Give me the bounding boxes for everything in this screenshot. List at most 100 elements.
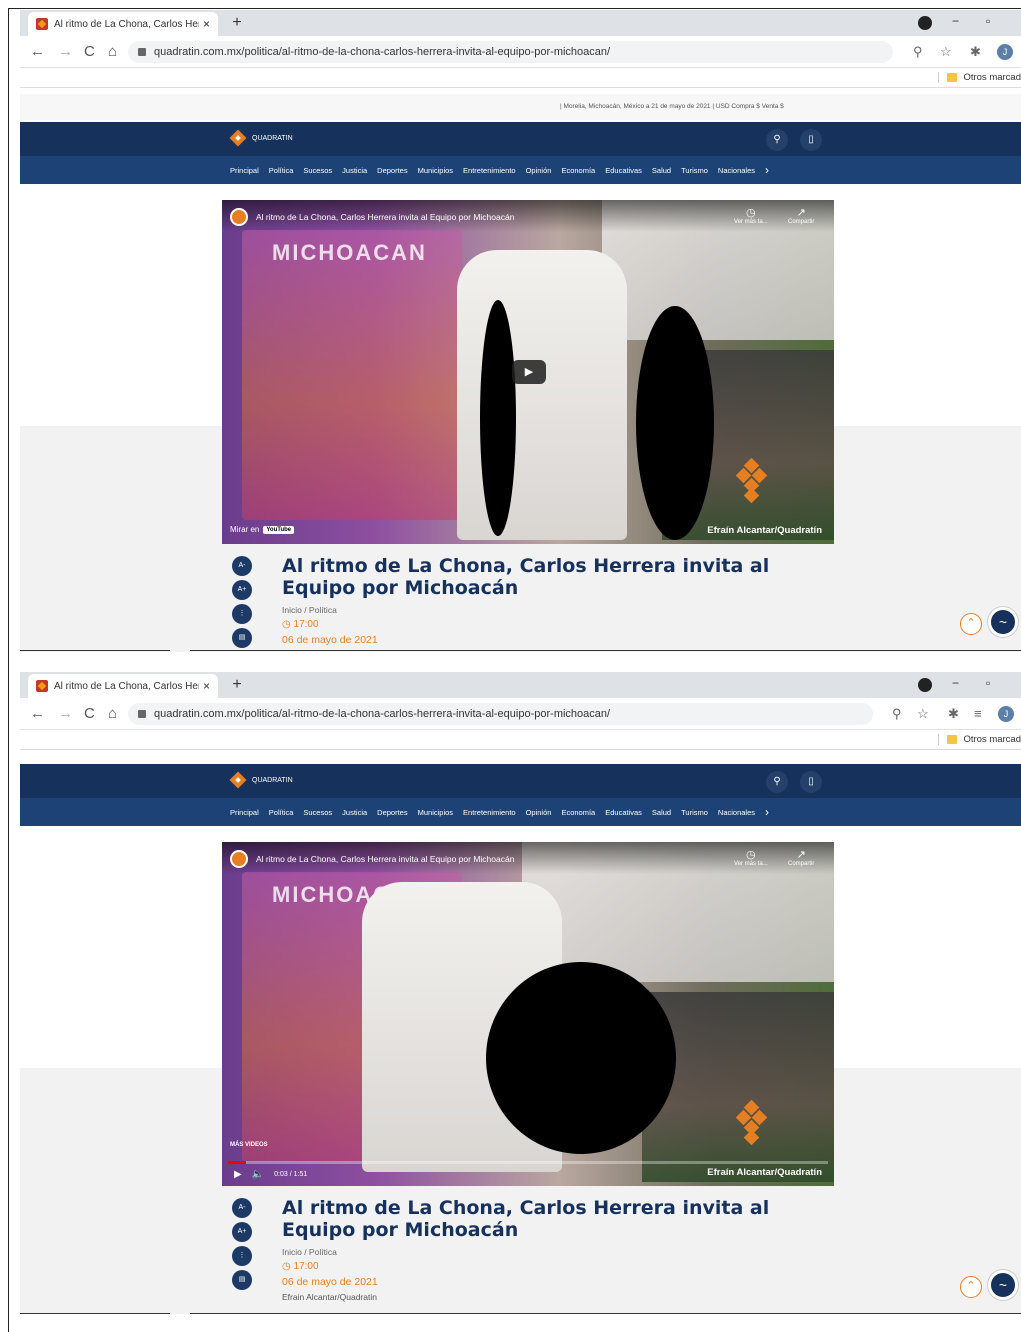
more-options-button[interactable]: ⋮ [232,604,252,624]
video-progress-bar[interactable] [228,1161,828,1164]
menu-item-salud[interactable]: Salud [652,166,671,175]
menu-item-nacionales[interactable]: Nacionales [718,808,755,817]
forward-icon[interactable]: → [58,43,73,60]
menu-item-turismo[interactable]: Turismo [681,808,708,817]
media-control-icon[interactable] [918,16,932,30]
video-title[interactable]: Al ritmo de La Chona, Carlos Herrera inv… [256,212,514,222]
menu-item-entretenimiento[interactable]: Entretenimiento [463,166,516,175]
video-title[interactable]: Al ritmo de La Chona, Carlos Herrera inv… [256,854,514,864]
media-control-icon[interactable] [918,678,932,692]
font-increase-button[interactable]: A+ [232,580,252,600]
menu-item-sucesos[interactable]: Sucesos [303,166,332,175]
profile-avatar[interactable]: J [998,706,1014,722]
share-button[interactable]: ↗ Compartir [788,206,814,225]
menu-item-justicia[interactable]: Justicia [342,808,367,817]
reload-icon[interactable]: C [84,43,95,60]
address-bar: ← → C ⌂ quadratin.com.mx/politica/al-rit… [20,698,1021,730]
zoom-icon[interactable]: ⚲ [892,706,902,722]
menu-item-deportes[interactable]: Deportes [377,166,407,175]
site-logo[interactable]: QUADRATIN [229,129,293,147]
menu-item-principal[interactable]: Principal [230,166,259,175]
extensions-icon[interactable]: ✱ [948,706,959,722]
search-icon[interactable]: ⚲ [766,771,788,793]
new-tab-button[interactable]: + [228,676,246,694]
print-button[interactable]: ▤ [232,1270,252,1290]
messenger-icon[interactable]: ~ [988,1270,1018,1300]
play-icon[interactable]: ▶ [234,1169,242,1180]
more-options-button[interactable]: ⋮ [232,1246,252,1266]
volume-icon[interactable]: 🔈 [252,1169,264,1180]
menu-item-politica[interactable]: Política [269,808,294,817]
profile-avatar[interactable]: J [997,44,1013,60]
bookmark-star-icon[interactable]: ☆ [940,44,952,60]
back-icon[interactable]: ← [30,705,45,722]
site-logo[interactable]: QUADRATIN [229,771,293,789]
watch-on-youtube-link[interactable]: Mirar en YouTube [230,525,295,534]
menu-item-educativas[interactable]: Educativas [605,808,642,817]
new-tab-button[interactable]: + [228,14,246,32]
browser-tab[interactable]: Al ritmo de La Chona, Carlos Her × [28,674,218,698]
font-increase-button[interactable]: A+ [232,1222,252,1242]
bookmark-folder-other[interactable]: Otros marcad [938,734,1021,745]
menu-item-justicia[interactable]: Justicia [342,166,367,175]
menu-item-opinion[interactable]: Opinión [526,166,552,175]
menu-item-sucesos[interactable]: Sucesos [303,808,332,817]
mobile-icon[interactable]: ▯ [800,771,822,793]
zoom-icon[interactable]: ⚲ [913,44,923,60]
scroll-top-icon[interactable]: ⌃ [960,1276,982,1298]
article-tools: A- A+ ⋮ ▤ [232,556,252,652]
back-icon[interactable]: ← [30,43,45,60]
video-player[interactable]: MICHOACAN Al ritmo de La Chona, Carlos H… [222,200,834,544]
channel-avatar[interactable] [230,850,248,868]
menu-item-salud[interactable]: Salud [652,808,671,817]
menu-item-deportes[interactable]: Deportes [377,808,407,817]
menu-item-municipios[interactable]: Municipios [418,166,453,175]
minimize-icon[interactable]: − [952,14,959,28]
mobile-icon[interactable]: ▯ [800,129,822,151]
font-decrease-button[interactable]: A- [232,1198,252,1218]
url-field[interactable]: quadratin.com.mx/politica/al-ritmo-de-la… [128,41,893,63]
search-icon[interactable]: ⚲ [766,129,788,151]
breadcrumb[interactable]: Inicio / Política [282,1247,842,1257]
restore-icon[interactable]: ▫ [986,676,990,690]
menu-item-opinion[interactable]: Opinión [526,808,552,817]
menu-item-educativas[interactable]: Educativas [605,166,642,175]
share-button[interactable]: ↗ Compartir [788,848,814,867]
print-button[interactable]: ▤ [232,628,252,648]
channel-avatar[interactable] [230,208,248,226]
reload-icon[interactable]: C [84,705,95,722]
bookmark-folder-other[interactable]: Otros marcad [938,72,1021,83]
menu-item-principal[interactable]: Principal [230,808,259,817]
close-tab-icon[interactable]: × [203,679,210,693]
breadcrumb[interactable]: Inicio / Política [282,605,842,615]
menu-item-politica[interactable]: Política [269,166,294,175]
redaction-blob [486,962,676,1154]
messenger-icon[interactable]: ~ [988,607,1018,637]
menu-item-economia[interactable]: Economía [561,808,595,817]
home-icon[interactable]: ⌂ [108,705,117,722]
menu-next-chevron-icon[interactable]: › [765,163,769,177]
reading-list-icon[interactable]: ≡ [974,706,982,721]
watch-later-button[interactable]: ◷ Ver más ta... [734,206,768,225]
menu-item-nacionales[interactable]: Nacionales [718,166,755,175]
more-videos-label[interactable]: MÁS VIDEOS [230,1142,268,1148]
close-tab-icon[interactable]: × [203,17,210,31]
browser-tab[interactable]: Al ritmo de La Chona, Carlos Her × [28,12,218,36]
scroll-top-icon[interactable]: ⌃ [960,613,982,635]
font-decrease-button[interactable]: A- [232,556,252,576]
restore-icon[interactable]: ▫ [986,14,990,28]
url-field[interactable]: quadratin.com.mx/politica/al-ritmo-de-la… [128,703,873,725]
video-player[interactable]: MICHOACAN Al ritmo de La Chona, Carlos H… [222,842,834,1186]
menu-item-turismo[interactable]: Turismo [681,166,708,175]
play-button[interactable]: ▶ [512,360,546,384]
minimize-icon[interactable]: − [952,676,959,690]
menu-item-entretenimiento[interactable]: Entretenimiento [463,808,516,817]
forward-icon[interactable]: → [58,705,73,722]
menu-next-chevron-icon[interactable]: › [765,805,769,819]
menu-item-economia[interactable]: Economía [561,166,595,175]
extensions-icon[interactable]: ✱ [970,44,981,60]
menu-item-municipios[interactable]: Municipios [418,808,453,817]
bookmark-star-icon[interactable]: ☆ [917,706,929,722]
home-icon[interactable]: ⌂ [108,43,117,60]
watch-later-button[interactable]: ◷ Ver más ta... [734,848,768,867]
